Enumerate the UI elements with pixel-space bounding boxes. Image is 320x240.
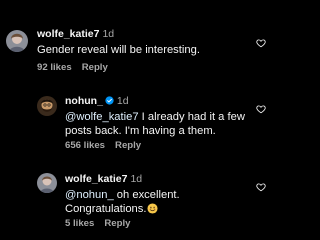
like-count[interactable]: 5 likes [65, 218, 94, 229]
timestamp: 1d [116, 95, 129, 107]
heart-icon[interactable] [256, 104, 266, 114]
reply-button[interactable]: Reply [82, 62, 108, 73]
username[interactable]: wolfe_katie7 [65, 173, 127, 185]
reply-button[interactable]: Reply [104, 218, 130, 229]
timestamp: 1d [130, 173, 143, 185]
smiling-face-emoji [147, 203, 159, 214]
comment-header: nohun_ 1d [65, 95, 129, 108]
heart-icon[interactable] [256, 182, 266, 192]
username[interactable]: nohun_ [65, 95, 103, 107]
avatar[interactable] [37, 96, 57, 116]
mention-link[interactable]: @nohun_ [65, 189, 114, 201]
timestamp: 1d [102, 28, 115, 40]
comment-2: nohun_ 1d @wolfe_katie7 I already had it … [0, 80, 283, 160]
avatar[interactable] [37, 173, 57, 193]
mention-link[interactable]: @wolfe_katie7 [65, 111, 139, 123]
verified-badge-icon [105, 96, 114, 105]
comment-1: wolfe_katie7 1d Gender reveal will be int… [0, 0, 283, 80]
avatar[interactable] [6, 30, 28, 52]
like-count[interactable]: 92 likes [37, 62, 72, 73]
heart-icon[interactable] [256, 38, 266, 48]
comment-actions: 656 likes Reply [65, 140, 141, 152]
comment-header: wolfe_katie7 1d [65, 173, 142, 186]
comment-actions: 92 likes Reply [37, 62, 108, 74]
comment-body: Gender reveal will be interesting. [37, 44, 200, 56]
like-count[interactable]: 656 likes [65, 140, 105, 151]
comment-text: @nohun_ oh excellent. Congratulations. [65, 188, 215, 216]
reply-button[interactable]: Reply [115, 140, 141, 151]
comment-3: wolfe_katie7 1d @nohun_ oh excellent. Con… [0, 160, 283, 240]
username[interactable]: wolfe_katie7 [37, 28, 99, 40]
comment-text: @wolfe_katie7 I already had it a few pos… [65, 110, 253, 138]
comment-header: wolfe_katie7 1d [37, 28, 114, 41]
comment-actions: 5 likes Reply [65, 218, 130, 230]
comment-text: Gender reveal will be interesting. [37, 43, 247, 57]
